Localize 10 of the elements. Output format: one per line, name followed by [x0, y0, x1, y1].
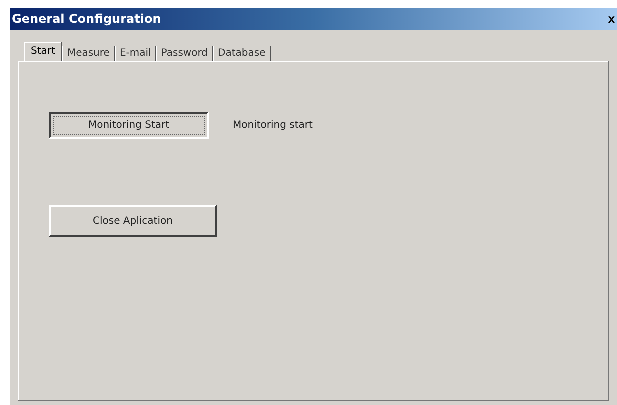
tab[interactable]: Start [24, 42, 62, 61]
tab[interactable]: E-mail [114, 46, 156, 61]
close-button[interactable]: x [606, 12, 617, 26]
tab[interactable]: Password [156, 46, 214, 61]
close-application-button[interactable]: Close Aplication [49, 205, 217, 237]
window-title: General Configuration [12, 12, 162, 26]
monitoring-status: Monitoring start [233, 120, 313, 131]
tab[interactable]: Database [213, 46, 271, 61]
tab[interactable]: Measure [62, 46, 115, 61]
monitoring-start-button[interactable]: Monitoring Start [49, 112, 209, 139]
